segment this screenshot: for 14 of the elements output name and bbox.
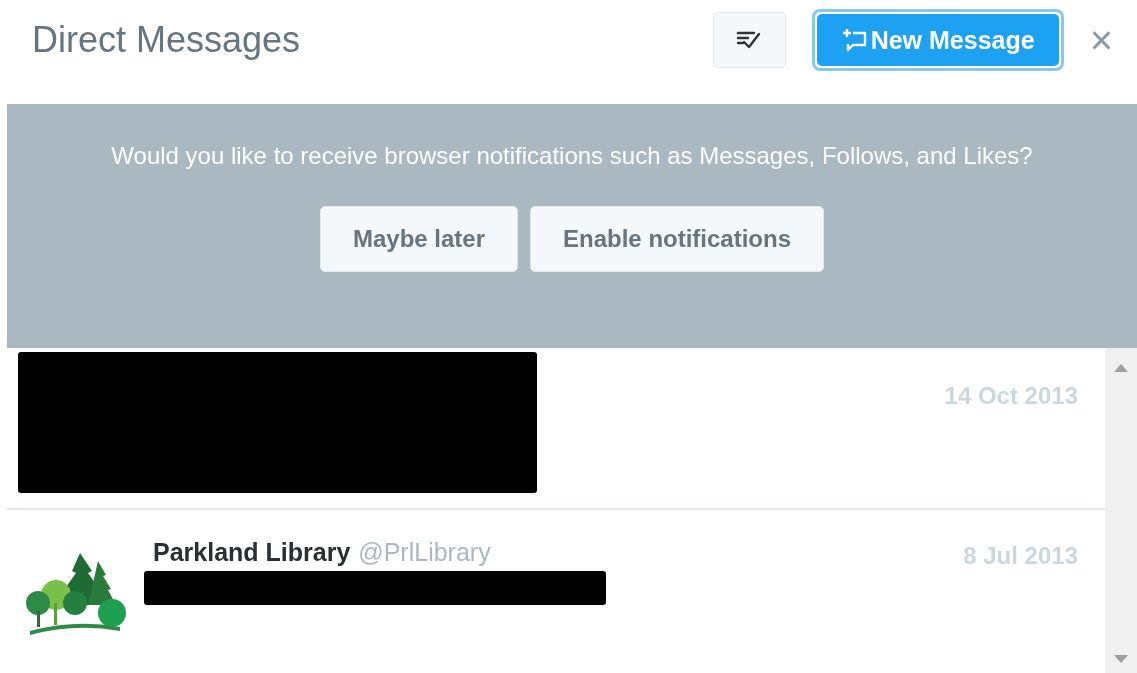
scrollbar[interactable] xyxy=(1105,348,1137,673)
scroll-up-icon[interactable] xyxy=(1114,364,1128,372)
compose-icon xyxy=(840,27,867,53)
sender-name: Parkland Library xyxy=(153,538,351,567)
sender-handle: @PrlLibrary xyxy=(358,538,491,567)
close-button[interactable]: × xyxy=(1085,20,1117,60)
new-message-button[interactable]: New Message xyxy=(816,14,1059,66)
maybe-later-button[interactable]: Maybe later xyxy=(319,206,518,272)
window-title: Direct Messages xyxy=(32,19,301,61)
scroll-down-icon[interactable] xyxy=(1114,655,1128,663)
checklist-icon xyxy=(736,30,763,50)
notification-text: Would you like to receive browser notifications such as Messages, Follows, and Likes? xyxy=(110,141,1034,171)
mark-all-read-button[interactable] xyxy=(712,12,786,68)
enable-notifications-button[interactable]: Enable notifications xyxy=(530,206,825,272)
